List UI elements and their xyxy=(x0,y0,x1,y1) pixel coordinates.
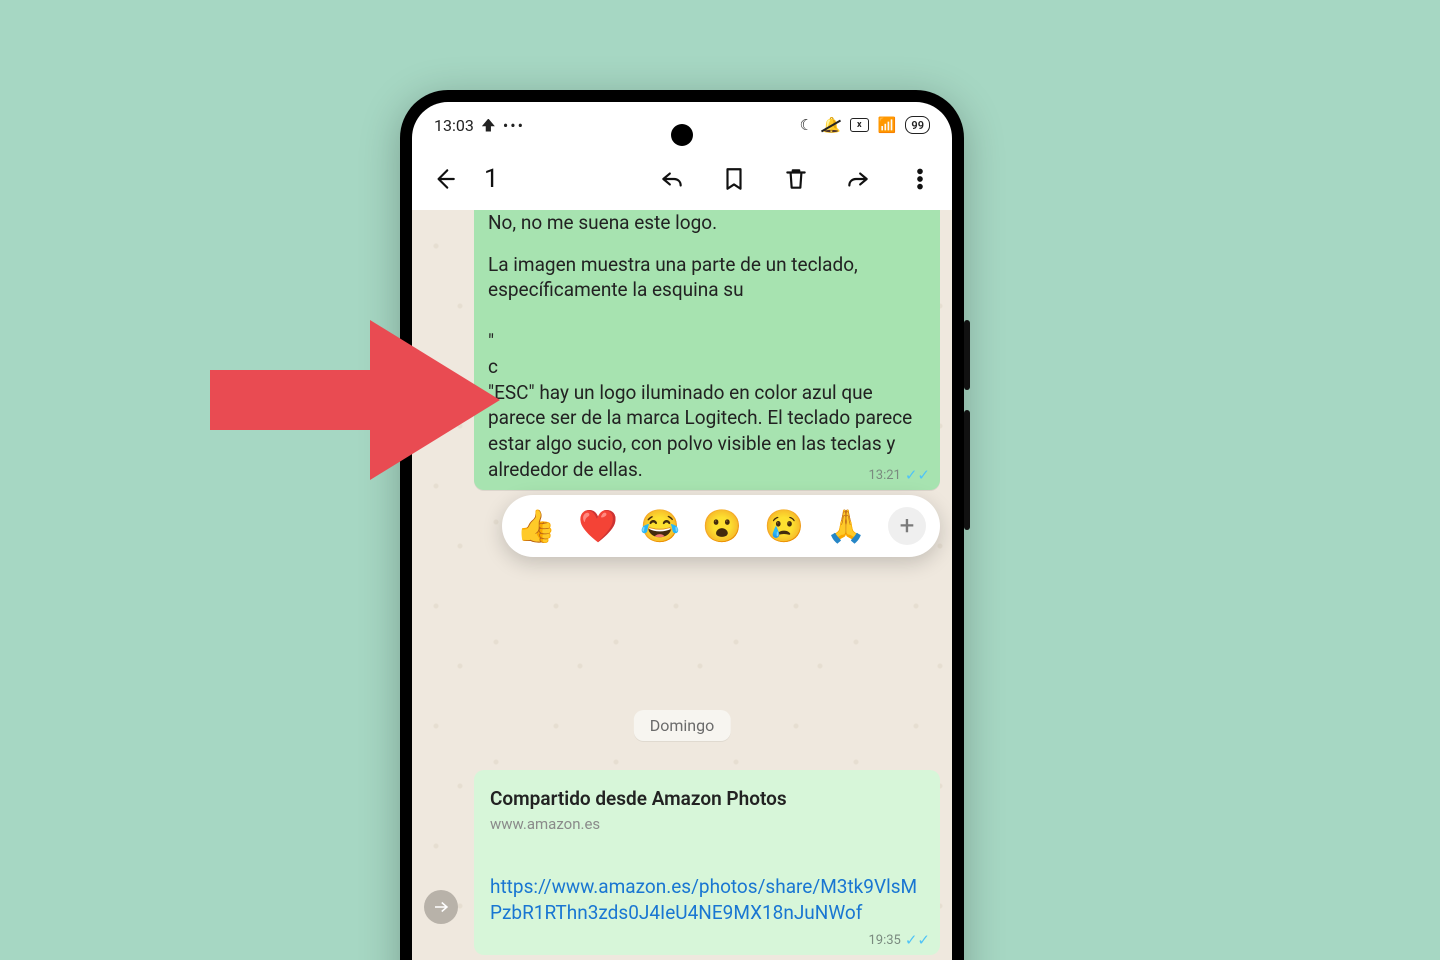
forward-icon[interactable] xyxy=(844,165,872,193)
reaction-laugh[interactable]: 😂 xyxy=(640,510,680,542)
read-ticks-icon: ✓✓ xyxy=(905,933,930,948)
status-time: 13:03 xyxy=(434,116,474,135)
dnd-moon-icon xyxy=(800,116,813,134)
message-bubble-link[interactable]: Compartido desde Amazon Photos www.amazo… xyxy=(474,770,940,955)
battery-indicator: 99 xyxy=(905,116,930,134)
reaction-picker: 👍 ❤️ 😂 😮 😢 🙏 + xyxy=(502,495,940,557)
overflow-menu-icon[interactable] xyxy=(906,165,934,193)
message-timestamp: 13:21 xyxy=(868,467,900,485)
link-preview-domain: www.amazon.es xyxy=(490,814,924,834)
forward-badge-icon[interactable] xyxy=(424,890,458,924)
reaction-heart[interactable]: ❤️ xyxy=(578,510,618,542)
link-text[interactable]: https://www.amazon.es/photos/share/M3tk9… xyxy=(490,874,924,925)
message-text: "ESC" hay un logo iluminado en color azu… xyxy=(488,381,912,481)
reaction-more-button[interactable]: + xyxy=(888,507,926,545)
reaction-thumbs-up[interactable]: 👍 xyxy=(516,510,556,542)
more-status-icon: ••• xyxy=(503,116,525,135)
back-icon[interactable] xyxy=(430,165,458,193)
reaction-pray[interactable]: 🙏 xyxy=(826,510,866,542)
instructional-arrow xyxy=(210,300,500,504)
upload-icon xyxy=(482,119,495,132)
wifi-icon xyxy=(878,116,897,134)
message-timestamp: 19:35 xyxy=(868,932,900,950)
reaction-surprised[interactable]: 😮 xyxy=(702,510,742,542)
message-bubble-outgoing[interactable]: No, no me suena este logo. La imagen mue… xyxy=(474,210,940,490)
phone-side-button xyxy=(964,410,970,530)
date-separator: Domingo xyxy=(634,710,731,741)
phone-side-button xyxy=(964,320,970,390)
mute-icon xyxy=(822,116,841,134)
camera-punch-hole xyxy=(671,124,693,146)
phone-device-frame: 13:03 ••• x 99 1 xyxy=(400,90,964,960)
delete-icon[interactable] xyxy=(782,165,810,193)
read-ticks-icon: ✓✓ xyxy=(905,468,930,483)
reaction-sad[interactable]: 😢 xyxy=(764,510,804,542)
message-text: La imagen muestra una parte de un teclad… xyxy=(488,253,858,302)
link-preview-title: Compartido desde Amazon Photos xyxy=(490,786,924,812)
bookmark-icon[interactable] xyxy=(720,165,748,193)
close-box-icon: x xyxy=(850,118,869,132)
selection-action-bar: 1 xyxy=(412,148,952,210)
message-text: No, no me suena este logo. xyxy=(488,210,926,236)
selected-count: 1 xyxy=(484,164,499,194)
reply-icon[interactable] xyxy=(658,165,686,193)
